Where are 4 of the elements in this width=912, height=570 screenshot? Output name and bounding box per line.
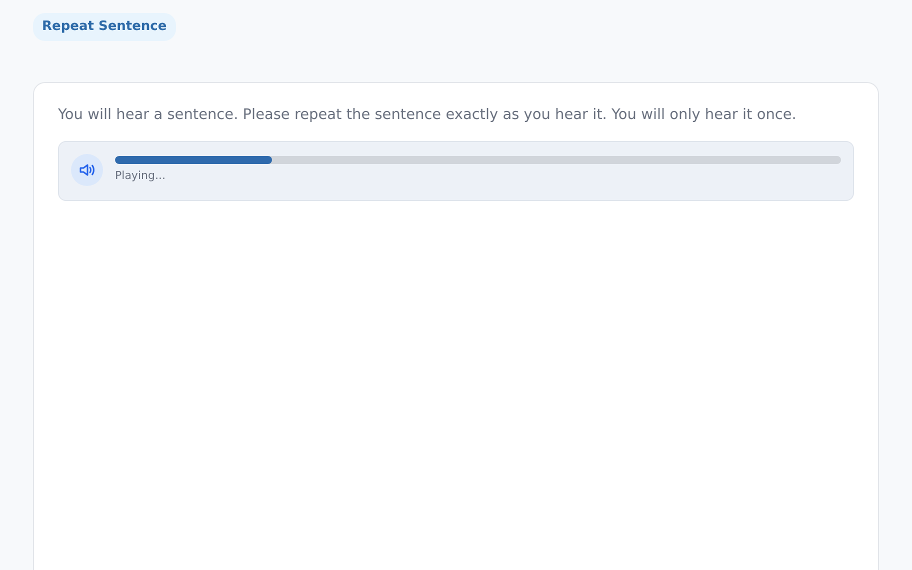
playback-status: Playing...: [115, 168, 166, 184]
speaker-icon[interactable]: [71, 154, 103, 186]
task-tag: Repeat Sentence: [33, 13, 176, 40]
instruction-text: You will hear a sentence. Please repeat the sentence exactly as you hear it. You will only hear it once.: [58, 106, 798, 124]
